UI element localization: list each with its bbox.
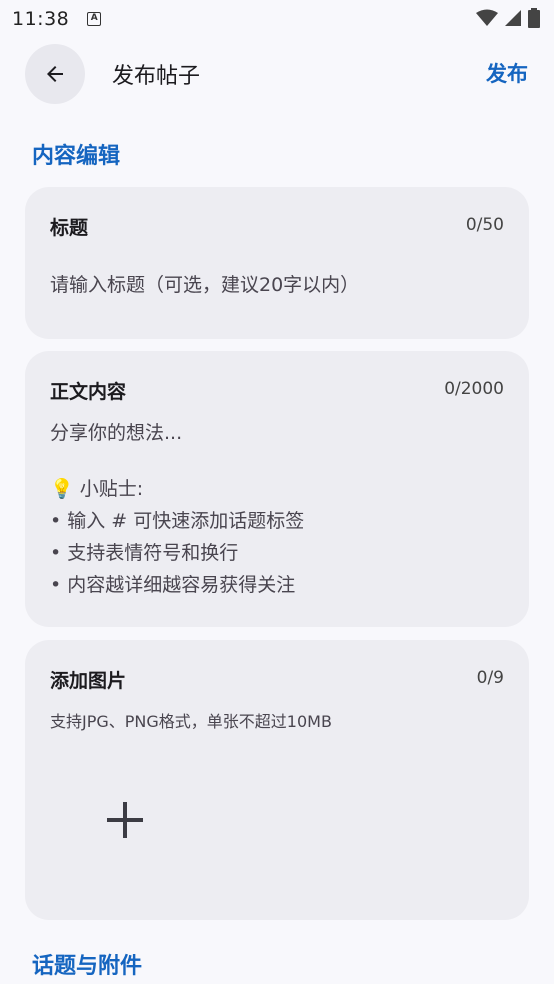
image-count: 0/9 (476, 668, 504, 688)
body-char-count: 0/2000 (444, 379, 504, 399)
app-bar: 发布帖子 发布 (0, 38, 554, 110)
wifi-icon (476, 9, 498, 26)
plus-icon (107, 802, 143, 838)
status-icons (476, 8, 540, 28)
title-input-card[interactable]: 标题 0/50 请输入标题（可选，建议20字以内） (25, 187, 529, 339)
arrow-back-icon (47, 66, 63, 82)
publish-button[interactable]: 发布 (486, 58, 528, 88)
tips-block: 💡 小贴士: • 输入 # 可快速添加话题标签 • 支持表情符号和换行 • 内容… (50, 473, 304, 601)
body-input[interactable]: 分享你的想法... (50, 417, 182, 449)
add-image-button[interactable] (85, 780, 165, 860)
section-title-attachments: 话题与附件 (32, 954, 143, 979)
tip-item: • 输入 # 可快速添加话题标签 (50, 510, 305, 532)
tip-item: • 支持表情符号和换行 (50, 542, 239, 564)
tips-title: 💡 小贴士: (50, 478, 144, 500)
image-format-hint: 支持JPG、PNG格式，单张不超过10MB (50, 712, 332, 731)
image-label: 添加图片 (50, 670, 127, 692)
back-button[interactable] (25, 44, 85, 104)
battery-icon (528, 8, 540, 28)
status-bar: 11:38 A (0, 0, 554, 38)
body-label: 正文内容 (50, 381, 127, 403)
notification-icon: A (87, 12, 102, 26)
tip-item: • 内容越详细越容易获得关注 (50, 574, 296, 596)
title-char-count: 0/50 (465, 215, 504, 235)
page-title: 发布帖子 (112, 64, 201, 89)
status-time: 11:38 (12, 8, 70, 30)
title-label: 标题 (50, 217, 89, 239)
image-upload-card: 添加图片 0/9 支持JPG、PNG格式，单张不超过10MB (25, 640, 529, 920)
signal-icon (505, 10, 521, 26)
title-input[interactable]: 请输入标题（可选，建议20字以内） (50, 269, 359, 301)
body-input-card[interactable]: 正文内容 0/2000 分享你的想法... 💡 小贴士: • 输入 # 可快速添… (25, 351, 529, 627)
section-title-content: 内容编辑 (32, 144, 121, 169)
